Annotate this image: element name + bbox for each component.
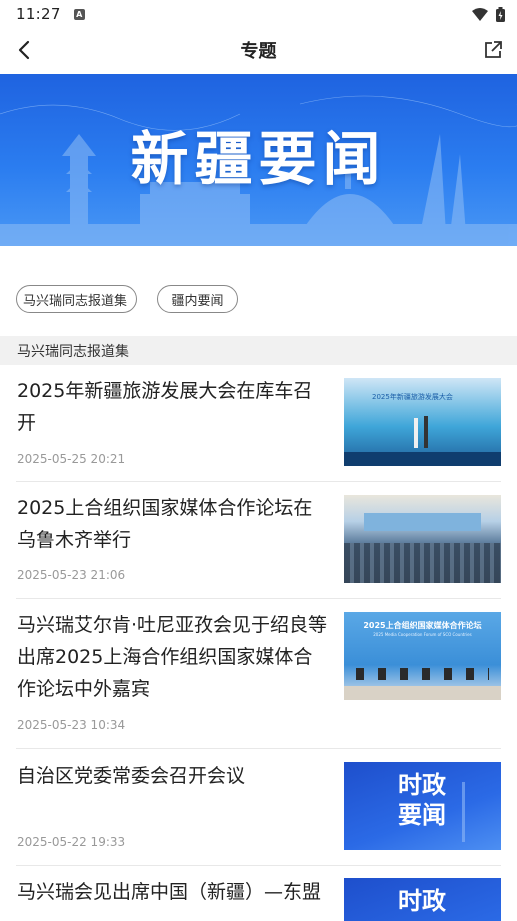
thumb-subcaption: 2025 Media Cooperation Forum of SCO Coun…: [373, 632, 472, 637]
tag-reports[interactable]: 马兴瑞同志报道集: [16, 285, 137, 313]
news-item[interactable]: 自治区党委常委会召开会议 2025-05-22 19:33 时政要闻: [16, 760, 501, 856]
divider: [16, 481, 501, 482]
news-title: 马兴瑞艾尔肯·吐尼亚孜会见于绍良等出席2025上海合作组织国家媒体合作论坛中外嘉…: [17, 614, 328, 700]
news-item[interactable]: 马兴瑞会见出席中国（新疆）—东盟 时政: [16, 876, 501, 921]
news-title: 自治区党委常委会召开会议: [17, 765, 246, 787]
thumb-caption: 2025上合组织国家媒体合作论坛: [363, 621, 482, 630]
page-title: 专题: [240, 41, 277, 62]
status-bar: 11:27 A: [0, 0, 517, 28]
divider: [16, 865, 501, 866]
status-icons: [472, 6, 505, 22]
title-bar: 专题: [0, 28, 517, 72]
section-header: 马兴瑞同志报道集: [0, 336, 517, 365]
section-title: 马兴瑞同志报道集: [17, 343, 129, 360]
battery-icon: [496, 6, 505, 22]
thumb-caption: 时政要闻: [398, 771, 446, 829]
news-date: 2025-05-25 20:21: [17, 452, 126, 466]
share-icon: [485, 41, 502, 58]
share-button[interactable]: [479, 36, 507, 64]
news-date: 2025-05-22 19:33: [17, 835, 126, 849]
thumb-caption: 时政: [398, 887, 446, 915]
notification-icon: A: [73, 8, 85, 20]
tag-local-news[interactable]: 疆内要闻: [157, 285, 238, 313]
thumb-caption: 2025年新疆旅游发展大会: [372, 393, 453, 401]
news-thumbnail: 2025年新疆旅游发展大会: [344, 378, 501, 466]
news-thumbnail: 2025上合组织国家媒体合作论坛 2025 Media Cooperation …: [344, 612, 501, 700]
banner[interactable]: 新疆要闻: [0, 74, 517, 246]
tag-label: 马兴瑞同志报道集: [23, 293, 128, 309]
news-thumbnail: 时政要闻: [344, 762, 501, 850]
news-title: 马兴瑞会见出席中国（新疆）—东盟: [17, 881, 322, 903]
back-button[interactable]: [10, 36, 38, 64]
tag-label: 疆内要闻: [171, 293, 224, 309]
news-title: 2025年新疆旅游发展大会在库车召开: [17, 380, 313, 434]
news-item[interactable]: 马兴瑞艾尔肯·吐尼亚孜会见于绍良等出席2025上海合作组织国家媒体合作论坛中外嘉…: [16, 609, 501, 739]
wifi-icon: [472, 7, 488, 21]
divider: [16, 598, 501, 599]
chevron-left-icon: [18, 40, 30, 60]
tag-list: 马兴瑞同志报道集 疆内要闻: [16, 285, 238, 313]
news-thumbnail: [344, 495, 501, 583]
divider: [16, 748, 501, 749]
news-item[interactable]: 2025年新疆旅游发展大会在库车召开 2025-05-25 20:21 2025…: [16, 375, 501, 471]
news-date: 2025-05-23 10:34: [17, 718, 126, 732]
news-item[interactable]: 2025上合组织国家媒体合作论坛在乌鲁木齐举行 2025-05-23 21:06: [16, 492, 501, 588]
news-date: 2025-05-23 21:06: [17, 568, 126, 582]
news-thumbnail: 时政: [344, 878, 501, 921]
news-title: 2025上合组织国家媒体合作论坛在乌鲁木齐举行: [17, 497, 313, 551]
status-time: 11:27: [16, 5, 61, 23]
banner-title: 新疆要闻: [130, 125, 387, 193]
